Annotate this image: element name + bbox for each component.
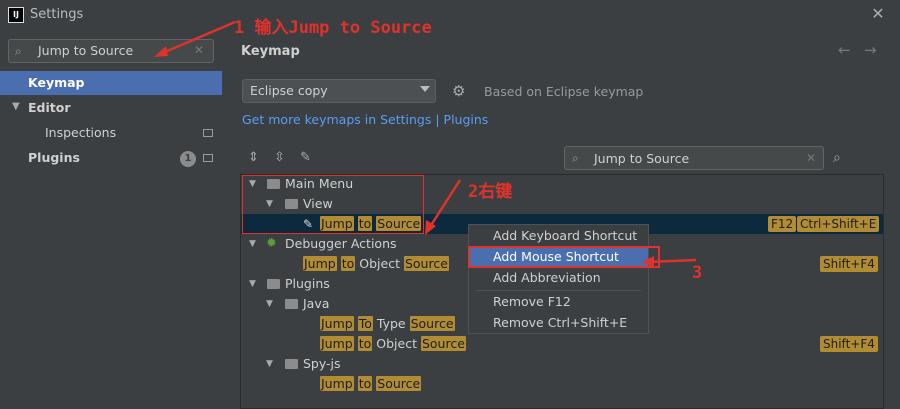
menu-item-add-abbreviation[interactable]: Add Abbreviation bbox=[469, 268, 648, 288]
menu-item-remove-ctrl-shift-e[interactable]: Remove Ctrl+Shift+E bbox=[469, 313, 648, 333]
object-word: Object bbox=[376, 336, 417, 351]
object-word: Object bbox=[359, 256, 400, 271]
project-settings-icon bbox=[203, 129, 213, 137]
clear-search-icon[interactable]: ✕ bbox=[806, 151, 816, 165]
back-arrow-icon[interactable]: ← bbox=[838, 41, 851, 59]
annotation-arrow-1 bbox=[154, 20, 236, 57]
tree-row-spy-js[interactable]: ▼ Spy-js bbox=[241, 354, 883, 374]
window-title: Settings bbox=[30, 7, 84, 22]
chevron-down-icon: ▼ bbox=[249, 279, 256, 289]
action-label: Jump to Object Source bbox=[303, 254, 449, 274]
keymap-search-value: Jump to Source bbox=[594, 151, 690, 166]
page-title: Keymap bbox=[241, 44, 300, 59]
annotation-arrow-2 bbox=[425, 179, 462, 235]
sidebar-item-editor[interactable]: Editor bbox=[0, 96, 222, 120]
title-bar bbox=[0, 0, 900, 30]
action-label: Jump to Source bbox=[320, 374, 422, 394]
tree-row-jump-to-object-source-java[interactable]: Jump to Object Source Shift+F4 bbox=[241, 334, 883, 354]
match-to: To bbox=[357, 316, 373, 331]
menu-item-add-keyboard-shortcut[interactable]: Add Keyboard Shortcut bbox=[469, 226, 648, 246]
match-jump: Jump bbox=[320, 316, 354, 331]
close-icon[interactable]: ✕ bbox=[868, 4, 888, 24]
annotation-box-2 bbox=[242, 175, 424, 234]
shortcut-badge: Shift+F4 bbox=[820, 256, 878, 272]
match-to: to bbox=[357, 336, 373, 351]
folder-icon bbox=[267, 279, 280, 289]
menu-separator bbox=[476, 290, 641, 291]
gear-icon[interactable]: ⚙ bbox=[452, 82, 465, 100]
match-source: Source bbox=[420, 336, 466, 351]
chevron-down-icon: ▼ bbox=[266, 299, 273, 309]
sidebar-item-keymap[interactable]: Keymap bbox=[0, 71, 222, 95]
keymap-select[interactable]: Eclipse copy bbox=[242, 79, 436, 103]
intellij-icon: IJ bbox=[8, 7, 24, 23]
find-by-shortcut-icon[interactable]: ⌕ bbox=[833, 150, 841, 166]
shortcut-badge: Ctrl+Shift+E bbox=[797, 216, 880, 232]
shortcut-badge: Shift+F4 bbox=[820, 336, 878, 352]
shortcut-badge: F12 bbox=[768, 216, 797, 232]
annotation-box-3 bbox=[468, 246, 660, 268]
search-icon: ⌕ bbox=[15, 44, 22, 58]
expand-all-icon[interactable]: ⇕ bbox=[248, 150, 259, 165]
tree-label: Plugins bbox=[285, 276, 330, 291]
match-to: to bbox=[340, 256, 356, 271]
match-to: to bbox=[357, 376, 373, 391]
tree-row-jump-to-source-spy[interactable]: Jump to Source bbox=[241, 374, 883, 394]
type-word: Type bbox=[376, 316, 406, 331]
annotation-arrow-3 bbox=[642, 256, 697, 268]
collapse-all-icon[interactable]: ⇳ bbox=[274, 150, 285, 165]
match-jump: Jump bbox=[320, 376, 354, 391]
chevron-down-icon: ▼ bbox=[266, 359, 273, 369]
folder-icon bbox=[285, 299, 298, 309]
tree-label: Java bbox=[303, 296, 330, 311]
annotation-step-2: 2右键 bbox=[468, 182, 513, 202]
folder-icon bbox=[285, 359, 298, 369]
action-label: Jump To Type Source bbox=[320, 314, 455, 334]
action-label: Jump to Object Source bbox=[320, 334, 466, 354]
tree-label: Debugger Actions bbox=[285, 236, 397, 251]
annotation-step-1: 1 输入Jump to Source bbox=[234, 18, 432, 38]
get-more-keymaps-link[interactable]: Get more keymaps in Settings | Plugins bbox=[242, 112, 488, 127]
settings-search-value: Jump to Source bbox=[38, 43, 134, 58]
match-jump: Jump bbox=[320, 336, 354, 351]
match-source: Source bbox=[403, 256, 449, 271]
sidebar-item-inspections[interactable]: Inspections bbox=[0, 121, 222, 145]
menu-item-remove-f12[interactable]: Remove F12 bbox=[469, 292, 648, 312]
match-source: Source bbox=[376, 376, 422, 391]
based-on-label: Based on Eclipse keymap bbox=[484, 84, 644, 99]
plugins-update-badge: 1 bbox=[180, 151, 196, 167]
project-settings-icon bbox=[203, 154, 213, 162]
chevron-down-icon bbox=[420, 86, 430, 92]
chevron-down-icon: ▼ bbox=[249, 239, 256, 249]
search-icon: ⌕ bbox=[572, 151, 579, 165]
forward-arrow-icon[interactable]: → bbox=[864, 41, 877, 59]
match-jump: Jump bbox=[303, 256, 337, 271]
match-source: Source bbox=[409, 316, 455, 331]
edit-icon[interactable]: ✎ bbox=[300, 150, 311, 165]
tree-label: Spy-js bbox=[303, 356, 341, 371]
bug-icon: ✹ bbox=[266, 236, 277, 251]
